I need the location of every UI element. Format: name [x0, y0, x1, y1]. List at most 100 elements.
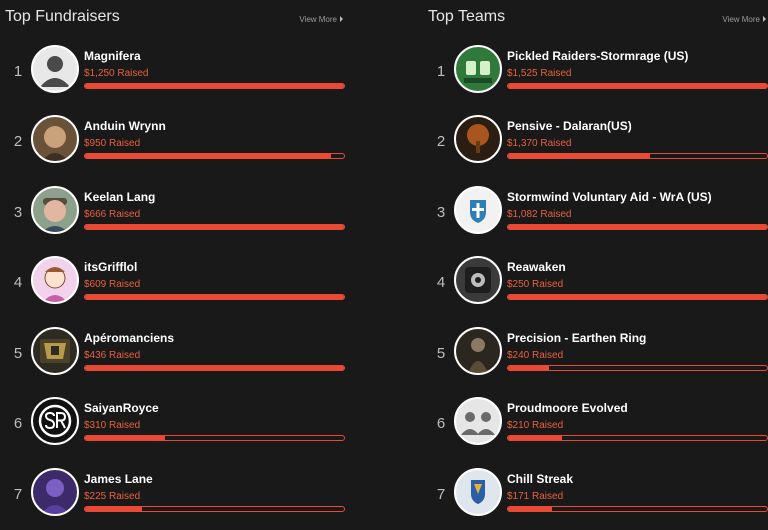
- team-name[interactable]: Proudmoore Evolved: [507, 401, 628, 415]
- list-item: 3 Keelan Lang $666 Raised: [5, 186, 350, 248]
- rank-number: 3: [436, 204, 446, 221]
- raised-amount: $1,370 Raised: [507, 138, 572, 149]
- progress-bar: [84, 435, 345, 441]
- rank-number: 6: [13, 415, 23, 432]
- list-item: 2 Pensive - Dalaran(US) $1,370 Raised: [428, 115, 768, 177]
- progress-bar: [507, 83, 768, 89]
- raised-amount: $171 Raised: [507, 491, 564, 502]
- panel-header: Top Fundraisers View More: [5, 0, 350, 36]
- progress-bar: [507, 153, 768, 159]
- raised-amount: $310 Raised: [84, 420, 141, 431]
- guild-emblem-icon[interactable]: [31, 327, 79, 375]
- rank-number: 2: [436, 133, 446, 150]
- list-item: 4 Reawaken $250 Raised: [428, 256, 768, 318]
- progress-bar: [507, 506, 768, 512]
- top-fundraisers-panel: Top Fundraisers View More 1 Magnifera $1…: [5, 0, 350, 516]
- raised-amount: $609 Raised: [84, 279, 141, 290]
- team-name[interactable]: Pickled Raiders-Stormrage (US): [507, 49, 688, 63]
- panel-header: Top Teams View More: [428, 0, 768, 36]
- progress-fill: [85, 84, 344, 88]
- portrait-icon[interactable]: [31, 115, 79, 163]
- progress-fill: [508, 84, 767, 88]
- panel-title: Top Teams: [428, 8, 506, 25]
- panel-title: Top Fundraisers: [5, 8, 120, 25]
- portrait-icon[interactable]: [31, 186, 79, 234]
- fundraiser-name[interactable]: Magnifera: [84, 49, 141, 63]
- list-item: 2 Anduin Wrynn $950 Raised: [5, 115, 350, 177]
- fundraiser-name[interactable]: SaiyanRoyce: [84, 401, 159, 415]
- progress-bar: [507, 224, 768, 230]
- progress-fill: [85, 225, 344, 229]
- progress-bar: [507, 365, 768, 371]
- shield-emblem-icon[interactable]: [454, 256, 502, 304]
- progress-bar: [507, 435, 768, 441]
- rank-number: 7: [436, 486, 446, 503]
- list-item: 5 Apéromanciens $436 Raised: [5, 327, 350, 389]
- rank-number: 4: [436, 274, 446, 291]
- progress-bar: [84, 506, 345, 512]
- caret-right-icon: [340, 16, 343, 22]
- group-icon[interactable]: [454, 397, 502, 445]
- list-item: 4 itsGrifflol $609 Raised: [5, 256, 350, 318]
- progress-fill: [85, 436, 166, 440]
- rank-number: 5: [13, 345, 23, 362]
- progress-bar: [84, 83, 345, 89]
- rank-number: 5: [436, 345, 446, 362]
- portrait-icon[interactable]: [454, 327, 502, 375]
- progress-fill: [85, 507, 142, 511]
- progress-fill: [508, 154, 651, 158]
- progress-bar: [84, 153, 345, 159]
- list-item: 7 James Lane $225 Raised: [5, 468, 350, 530]
- team-name[interactable]: Precision - Earthen Ring: [507, 331, 646, 345]
- team-name[interactable]: Chill Streak: [507, 472, 573, 486]
- team-name[interactable]: Stormwind Voluntary Aid - WrA (US): [507, 190, 712, 204]
- fundraiser-name[interactable]: itsGrifflol: [84, 260, 137, 274]
- progress-fill: [508, 366, 550, 370]
- progress-fill: [508, 507, 553, 511]
- raised-amount: $225 Raised: [84, 491, 141, 502]
- tree-emblem-icon[interactable]: [454, 115, 502, 163]
- raised-amount: $1,250 Raised: [84, 68, 149, 79]
- fundraiser-name[interactable]: Apéromanciens: [84, 331, 174, 345]
- raised-amount: $1,082 Raised: [507, 209, 572, 220]
- progress-fill: [508, 225, 767, 229]
- fundraiser-name[interactable]: Anduin Wrynn: [84, 119, 166, 133]
- raised-amount: $240 Raised: [507, 350, 564, 361]
- fundraiser-name[interactable]: Keelan Lang: [84, 190, 155, 204]
- raised-amount: $210 Raised: [507, 420, 564, 431]
- list-item: 5 Precision - Earthen Ring $240 Raised: [428, 327, 768, 389]
- view-more-link[interactable]: View More: [722, 15, 766, 24]
- progress-fill: [85, 366, 344, 370]
- faction-crest-icon[interactable]: [454, 468, 502, 516]
- portrait-icon[interactable]: [31, 468, 79, 516]
- team-logo-icon[interactable]: [454, 45, 502, 93]
- top-teams-panel: Top Teams View More 1 Pickled Raiders-St…: [428, 0, 768, 516]
- crest-icon[interactable]: [454, 186, 502, 234]
- progress-fill: [508, 295, 767, 299]
- progress-bar: [84, 294, 345, 300]
- progress-fill: [85, 154, 332, 158]
- team-name[interactable]: Pensive - Dalaran(US): [507, 119, 632, 133]
- raised-amount: $436 Raised: [84, 350, 141, 361]
- list-item: 7 Chill Streak $171 Raised: [428, 468, 768, 530]
- progress-bar: [84, 365, 345, 371]
- raised-amount: $250 Raised: [507, 279, 564, 290]
- list-item: 6 Proudmoore Evolved $210 Raised: [428, 397, 768, 459]
- view-more-label: View More: [299, 15, 337, 24]
- rank-number: 4: [13, 274, 23, 291]
- sr-logo-icon[interactable]: [31, 397, 79, 445]
- progress-fill: [85, 295, 344, 299]
- raised-amount: $666 Raised: [84, 209, 141, 220]
- raised-amount: $950 Raised: [84, 138, 141, 149]
- progress-bar: [84, 224, 345, 230]
- team-name[interactable]: Reawaken: [507, 260, 566, 274]
- rank-number: 2: [13, 133, 23, 150]
- view-more-link[interactable]: View More: [299, 15, 343, 24]
- rank-number: 3: [13, 204, 23, 221]
- progress-bar: [507, 294, 768, 300]
- cartoon-portrait-icon[interactable]: [31, 256, 79, 304]
- rank-number: 6: [436, 415, 446, 432]
- rank-number: 7: [13, 486, 23, 503]
- default-user-icon[interactable]: [31, 45, 79, 93]
- fundraiser-name[interactable]: James Lane: [84, 472, 153, 486]
